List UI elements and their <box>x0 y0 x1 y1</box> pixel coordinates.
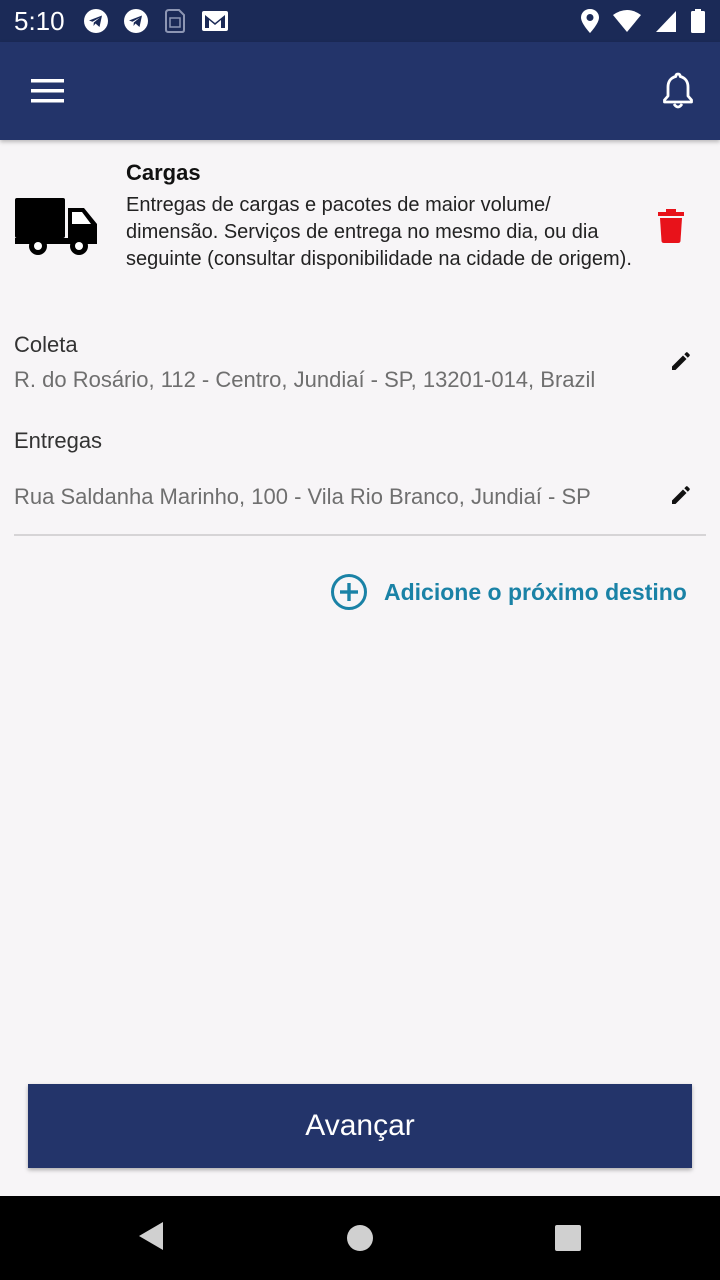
home-circle-icon <box>347 1225 373 1251</box>
status-bar: 5:10 <box>0 0 720 42</box>
navigation-bar <box>0 1196 720 1280</box>
edit-delivery-button[interactable] <box>668 482 694 508</box>
menu-button[interactable] <box>30 76 66 106</box>
back-triangle-icon <box>139 1222 163 1250</box>
service-description: Entregas de cargas e pacotes de maior vo… <box>126 194 632 270</box>
bell-icon <box>663 72 693 109</box>
pencil-icon <box>672 486 690 504</box>
trash-icon <box>658 209 684 243</box>
add-destination-button[interactable]: Adicione o próximo destino <box>330 572 687 612</box>
pickup-label: Coleta <box>14 332 78 357</box>
signal-icon <box>656 11 676 32</box>
status-system-icons <box>580 8 706 34</box>
service-summary: Cargas Entregas de cargas e pacotes de m… <box>0 140 720 310</box>
sim-icon <box>164 9 185 33</box>
service-title: Cargas <box>126 160 201 185</box>
nav-back-button[interactable] <box>136 1220 166 1257</box>
battery-icon <box>691 9 705 33</box>
wifi-icon <box>613 10 641 32</box>
add-destination-label: Adicione o próximo destino <box>384 578 687 605</box>
gmail-icon <box>201 11 228 31</box>
nav-recents-button[interactable] <box>554 1224 582 1257</box>
add-circle-icon <box>331 574 367 610</box>
status-time: 5:10 <box>14 5 65 36</box>
advance-button[interactable]: Avançar <box>28 1084 692 1168</box>
telegram-icon <box>83 9 108 33</box>
status-notifications <box>83 8 229 34</box>
delivery-divider <box>14 534 706 536</box>
delivery-address[interactable]: Rua Saldanha Marinho, 100 - Vila Rio Bra… <box>14 484 591 510</box>
screen: 5:10 Cargas Entregas de cargas e pacotes… <box>0 0 720 1280</box>
pencil-icon <box>672 352 690 370</box>
nav-home-button[interactable] <box>346 1224 374 1257</box>
app-bar <box>0 42 720 140</box>
hamburger-menu-icon <box>31 79 64 103</box>
location-icon <box>581 9 599 33</box>
deliveries-label: Entregas <box>14 428 103 453</box>
pickup-address[interactable]: R. do Rosário, 112 - Centro, Jundiaí - S… <box>14 367 595 393</box>
telegram-icon <box>123 9 148 33</box>
truck-icon <box>15 198 97 255</box>
delete-service-button[interactable] <box>656 208 686 244</box>
edit-pickup-button[interactable] <box>668 348 694 374</box>
recents-square-icon <box>555 1225 581 1251</box>
notifications-button[interactable] <box>662 72 694 110</box>
